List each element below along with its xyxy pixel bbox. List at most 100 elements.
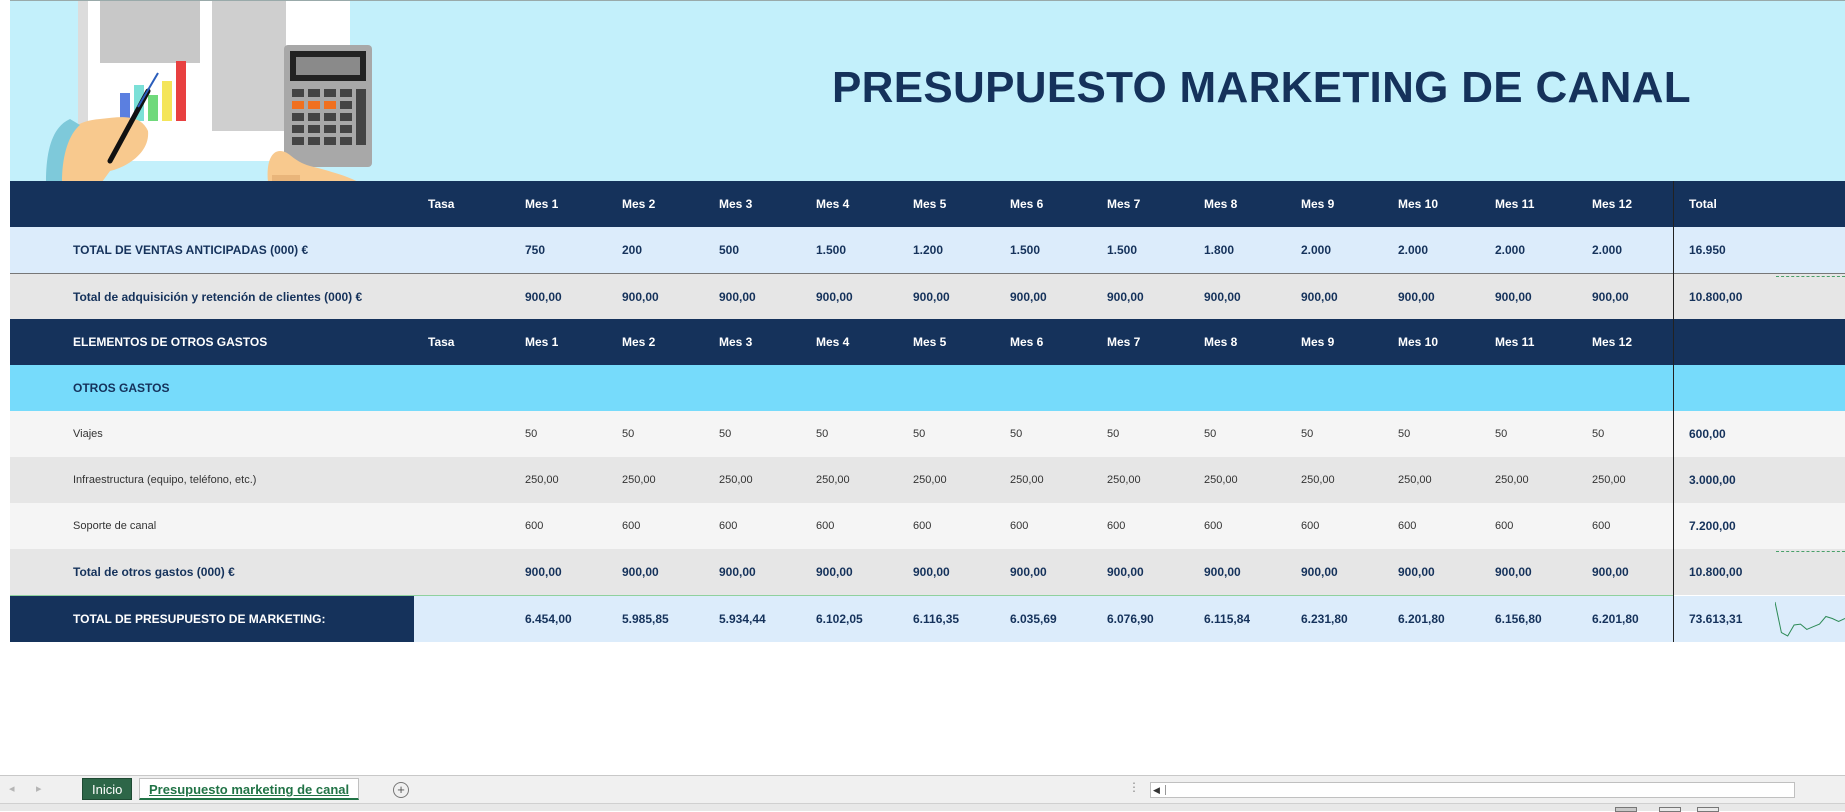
- month-value[interactable]: 250,00: [913, 457, 947, 503]
- month-value[interactable]: 2.000: [1495, 227, 1525, 273]
- month-value[interactable]: 50: [1010, 411, 1022, 457]
- month-value[interactable]: 900,00: [1495, 549, 1532, 595]
- other-expenses-total-row[interactable]: Total de otros gastos (000) € 900,00 900…: [10, 549, 1845, 595]
- month-value[interactable]: 900,00: [913, 549, 950, 595]
- month-value[interactable]: 6.201,80: [1592, 596, 1639, 642]
- row-total[interactable]: 10.800,00: [1689, 549, 1742, 595]
- month-value[interactable]: 50: [719, 411, 731, 457]
- month-value[interactable]: 900,00: [1010, 549, 1047, 595]
- expense-row[interactable]: Infraestructura (equipo, teléfono, etc.)…: [10, 457, 1845, 503]
- month-value[interactable]: 5.985,85: [622, 596, 669, 642]
- month-value[interactable]: 1.500: [816, 227, 846, 273]
- triangle-right-icon[interactable]: ▸: [36, 782, 42, 795]
- month-value[interactable]: 900,00: [1010, 274, 1047, 320]
- month-value[interactable]: 50: [1204, 411, 1216, 457]
- sales-row[interactable]: TOTAL DE VENTAS ANTICIPADAS (000) € 750 …: [10, 227, 1845, 273]
- month-value[interactable]: 500: [719, 227, 739, 273]
- month-value[interactable]: 900,00: [1204, 274, 1241, 320]
- acquisition-total-row[interactable]: Total de adquisición y retención de clie…: [10, 273, 1845, 319]
- month-value[interactable]: 600: [719, 503, 737, 549]
- month-value[interactable]: 600: [1495, 503, 1513, 549]
- month-value[interactable]: 900,00: [719, 274, 756, 320]
- month-value[interactable]: 250,00: [1398, 457, 1432, 503]
- month-value[interactable]: 900,00: [1301, 274, 1338, 320]
- month-value[interactable]: 250,00: [1204, 457, 1238, 503]
- month-value[interactable]: 600: [1204, 503, 1222, 549]
- expense-row[interactable]: Viajes 50 50 50 50 50 50 50 50 50 50 50 …: [10, 411, 1845, 457]
- month-value[interactable]: 200: [622, 227, 642, 273]
- month-value[interactable]: 900,00: [719, 549, 756, 595]
- month-value[interactable]: 50: [622, 411, 634, 457]
- month-value[interactable]: 900,00: [1495, 274, 1532, 320]
- month-value[interactable]: 600: [1301, 503, 1319, 549]
- month-value[interactable]: 900,00: [1398, 549, 1435, 595]
- month-value[interactable]: 6.035,69: [1010, 596, 1057, 642]
- month-value[interactable]: 6.102,05: [816, 596, 863, 642]
- month-value[interactable]: 600: [1107, 503, 1125, 549]
- month-value[interactable]: 900,00: [1204, 549, 1241, 595]
- group-row[interactable]: OTROS GASTOS: [10, 365, 1845, 411]
- splitter-handle[interactable]: ⋮: [1128, 780, 1140, 794]
- page-break-view-button[interactable]: [1697, 807, 1719, 812]
- month-value[interactable]: 900,00: [1301, 549, 1338, 595]
- month-value[interactable]: 600: [622, 503, 640, 549]
- month-value[interactable]: 250,00: [1010, 457, 1044, 503]
- month-value[interactable]: 6.156,80: [1495, 596, 1542, 642]
- month-value[interactable]: 250,00: [525, 457, 559, 503]
- month-value[interactable]: 250,00: [816, 457, 850, 503]
- month-value[interactable]: 1.800: [1204, 227, 1234, 273]
- horizontal-scrollbar[interactable]: ◀: [1150, 782, 1795, 798]
- month-value[interactable]: 6.231,80: [1301, 596, 1348, 642]
- row-total[interactable]: 10.800,00: [1689, 274, 1742, 320]
- month-value[interactable]: 900,00: [816, 549, 853, 595]
- month-value[interactable]: 750: [525, 227, 545, 273]
- month-value[interactable]: 900,00: [622, 274, 659, 320]
- month-value[interactable]: 2.000: [1592, 227, 1622, 273]
- triangle-left-icon[interactable]: ◂: [9, 782, 15, 795]
- month-value[interactable]: 50: [525, 411, 537, 457]
- month-value[interactable]: 50: [816, 411, 828, 457]
- month-value[interactable]: 900,00: [1107, 274, 1144, 320]
- month-value[interactable]: 600: [913, 503, 931, 549]
- month-value[interactable]: 6.115,84: [1204, 596, 1250, 642]
- month-value[interactable]: 5.934,44: [719, 596, 766, 642]
- month-value[interactable]: 900,00: [1592, 549, 1629, 595]
- month-value[interactable]: 250,00: [1495, 457, 1529, 503]
- row-total[interactable]: 3.000,00: [1689, 457, 1736, 503]
- month-value[interactable]: 1.500: [1107, 227, 1137, 273]
- month-value[interactable]: 900,00: [525, 274, 562, 320]
- month-value[interactable]: 900,00: [1107, 549, 1144, 595]
- month-value[interactable]: 900,00: [1398, 274, 1435, 320]
- month-value[interactable]: 600: [1398, 503, 1416, 549]
- month-value[interactable]: 50: [1495, 411, 1507, 457]
- month-value[interactable]: 250,00: [1107, 457, 1141, 503]
- month-value[interactable]: 1.500: [1010, 227, 1040, 273]
- month-value[interactable]: 6.454,00: [525, 596, 572, 642]
- sheet-tab-active[interactable]: Presupuesto marketing de canal: [139, 778, 360, 800]
- month-value[interactable]: 250,00: [622, 457, 656, 503]
- month-value[interactable]: 250,00: [719, 457, 753, 503]
- month-value[interactable]: 900,00: [525, 549, 562, 595]
- page-layout-view-button[interactable]: [1659, 807, 1681, 812]
- month-value[interactable]: 50: [1592, 411, 1604, 457]
- month-value[interactable]: 250,00: [1301, 457, 1335, 503]
- row-total[interactable]: 16.950: [1689, 227, 1726, 273]
- month-value[interactable]: 6.201,80: [1398, 596, 1445, 642]
- month-value[interactable]: 50: [1398, 411, 1410, 457]
- sheet-tab-inicio[interactable]: Inicio: [82, 778, 133, 800]
- month-value[interactable]: 2.000: [1398, 227, 1428, 273]
- row-total[interactable]: 7.200,00: [1689, 503, 1736, 549]
- month-value[interactable]: 6.076,90: [1107, 596, 1154, 642]
- month-value[interactable]: 250,00: [1592, 457, 1626, 503]
- month-value[interactable]: 900,00: [913, 274, 950, 320]
- expense-row[interactable]: Soporte de canal 600 600 600 600 600 600…: [10, 503, 1845, 549]
- triangle-left-icon[interactable]: ◀: [1153, 785, 1160, 796]
- grand-total-row[interactable]: TOTAL DE PRESUPUESTO DE MARKETING: 6.454…: [10, 596, 1845, 642]
- month-value[interactable]: 600: [1592, 503, 1610, 549]
- month-value[interactable]: 600: [816, 503, 834, 549]
- row-total[interactable]: 73.613,31: [1689, 596, 1742, 642]
- scroll-thumb[interactable]: [1165, 785, 1166, 795]
- month-value[interactable]: 1.200: [913, 227, 943, 273]
- month-value[interactable]: 600: [525, 503, 543, 549]
- month-value[interactable]: 900,00: [622, 549, 659, 595]
